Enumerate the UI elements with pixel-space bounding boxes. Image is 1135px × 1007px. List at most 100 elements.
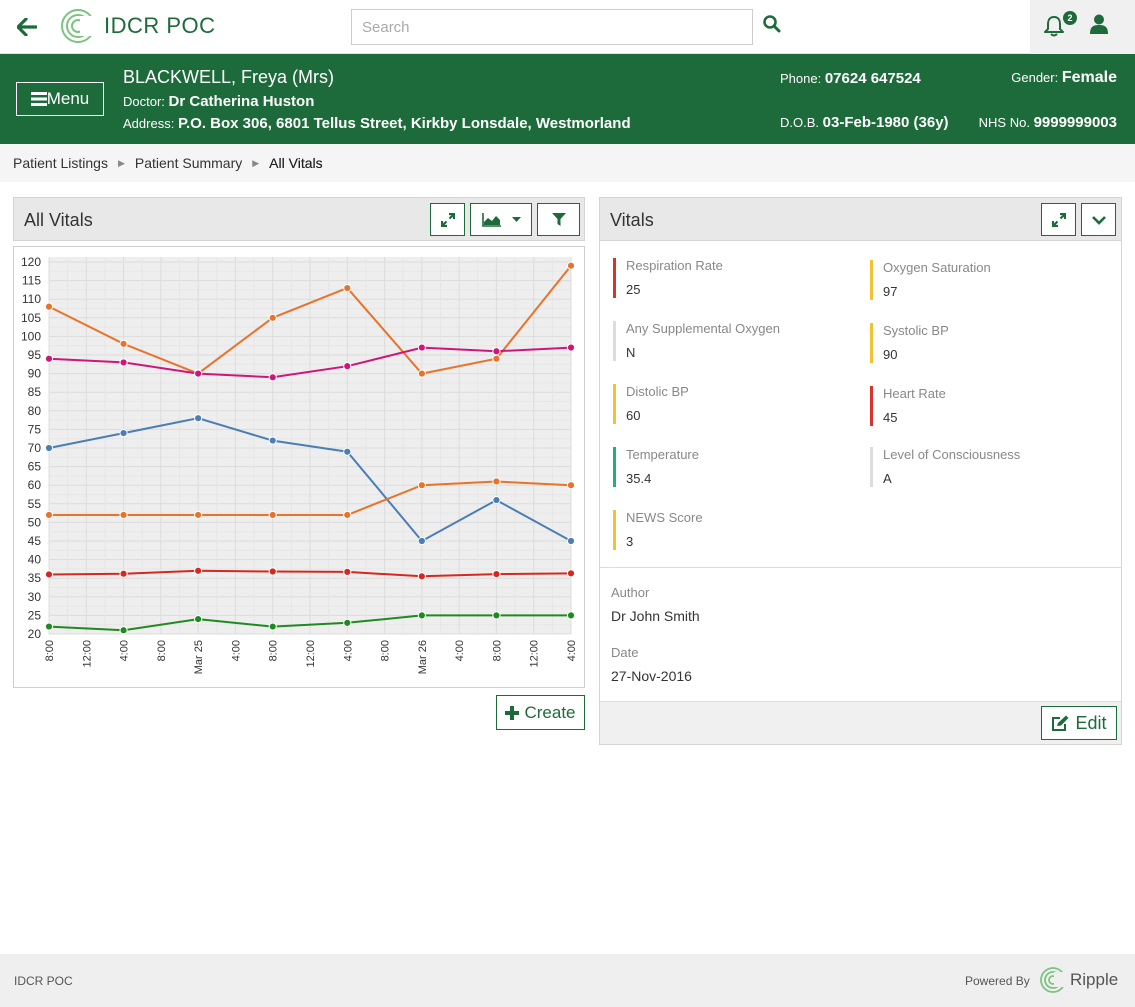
all-vitals-title: All Vitals: [24, 210, 93, 230]
vital-value: 90: [883, 347, 898, 362]
arrow-left-icon: [17, 18, 37, 36]
nhs-label: NHS No.: [978, 115, 1030, 130]
chart-type-dropdown[interactable]: [470, 203, 532, 236]
vital-temperature: Temperature 35.4: [613, 447, 699, 487]
x-tick-label: 4:00: [342, 640, 354, 661]
vital-oxygen-saturation: Oxygen Saturation 97: [870, 260, 991, 300]
x-tick-label: Mar 25: [193, 640, 205, 674]
filter-button[interactable]: [537, 203, 580, 236]
data-point: [343, 447, 352, 456]
data-point: [119, 510, 128, 520]
vitals-divider: [600, 567, 1121, 568]
y-tick-label: 80: [28, 404, 42, 418]
vital-label: Systolic BP: [883, 323, 949, 338]
ripple-logo[interactable]: Ripple: [1040, 967, 1118, 993]
footer-app-name: IDCR POC: [14, 974, 73, 988]
search-icon: [763, 15, 781, 33]
x-tick-label: 4:00: [119, 640, 131, 661]
data-point: [119, 429, 128, 438]
y-tick-label: 85: [28, 385, 42, 399]
breadcrumb-patient-summary[interactable]: Patient Summary: [135, 155, 242, 171]
data-point: [566, 481, 576, 490]
data-point: [268, 567, 277, 576]
vital-systolic-bp: Systolic BP 90: [870, 323, 949, 363]
vital-heart-rate: Heart Rate 45: [870, 386, 946, 426]
y-tick-label: 115: [22, 274, 41, 288]
ripple-logo-icon: [1040, 967, 1066, 993]
caret-down-icon: [511, 216, 521, 222]
vitals-title: Vitals: [610, 210, 654, 230]
breadcrumb-separator-icon: ▶: [117, 157, 125, 168]
patient-gender: Gender: Female: [1011, 69, 1117, 87]
vital-label: Temperature: [626, 447, 699, 462]
y-tick-label: 120: [21, 255, 41, 269]
x-tick-label: 4:00: [230, 640, 242, 661]
x-tick-label: Mar 26: [417, 640, 429, 674]
menu-button[interactable]: Menu: [16, 82, 104, 116]
chevron-down-icon: [1091, 215, 1106, 225]
vital-label: Respiration Rate: [626, 258, 723, 273]
data-point: [417, 343, 426, 352]
x-tick-label: 8:00: [380, 640, 392, 661]
user-icon: [1090, 14, 1108, 34]
data-point: [268, 373, 277, 382]
data-point: [492, 347, 501, 356]
date-label: Date: [611, 645, 639, 660]
vital-value: 25: [626, 282, 641, 297]
user-button[interactable]: [1090, 14, 1114, 40]
y-tick-label: 95: [28, 348, 42, 362]
data-point: [194, 414, 203, 423]
vitals-panel-footer: Edit: [600, 701, 1121, 744]
back-button[interactable]: [0, 0, 54, 54]
y-tick-label: 45: [28, 534, 42, 548]
vital-value: 60: [626, 408, 641, 423]
patient-dob: D.O.B. 03-Feb-1980 (36y): [780, 114, 949, 131]
y-tick-label: 65: [28, 460, 42, 474]
y-tick-label: 55: [28, 497, 42, 511]
expand-chart-button[interactable]: [430, 203, 465, 236]
expand-icon: [1051, 212, 1066, 227]
data-point: [417, 572, 426, 581]
data-point: [268, 313, 277, 322]
collapse-vitals-button[interactable]: [1081, 203, 1116, 236]
app-title: IDCR POC: [104, 13, 216, 38]
author-label: Author: [611, 585, 650, 600]
y-tick-label: 110: [22, 292, 41, 306]
data-point: [44, 622, 54, 631]
vital-value: A: [883, 471, 892, 486]
vital-value: 97: [883, 284, 898, 299]
vital-label: Any Supplemental Oxygen: [626, 321, 780, 336]
address-value: P.O. Box 306, 6801 Tellus Street, Kirkby…: [177, 115, 631, 132]
search-button[interactable]: [762, 14, 790, 42]
search-input[interactable]: [351, 9, 753, 45]
hamburger-icon: [30, 92, 47, 106]
app-logo[interactable]: IDCR POC: [60, 8, 216, 44]
phone-label: Phone:: [780, 71, 822, 86]
ripple-brand: Ripple: [1070, 970, 1119, 989]
expand-vitals-button[interactable]: [1041, 203, 1076, 236]
phone-value: 07624 647524: [824, 70, 921, 87]
area-chart-icon: [481, 212, 501, 227]
x-tick-label: 12:00: [529, 640, 541, 668]
edit-icon: [1052, 715, 1069, 731]
patient-banner: Menu BLACKWELL, Freya (Mrs) Doctor: Dr C…: [0, 54, 1135, 144]
vitals-panel-body: Respiration Rate 25 Oxygen Saturation 97…: [599, 241, 1122, 745]
data-point: [194, 369, 203, 378]
edit-button[interactable]: Edit: [1041, 706, 1117, 740]
data-point: [417, 536, 426, 546]
data-point: [566, 569, 576, 578]
bell-icon: [1044, 16, 1064, 37]
data-point: [566, 536, 576, 546]
top-bar: IDCR POC: [0, 0, 1135, 54]
menu-label: Menu: [46, 89, 90, 108]
data-point: [492, 570, 501, 579]
vital-news-score: NEWS Score 3: [613, 510, 703, 550]
page-footer: IDCR POC Powered By Ripple: [0, 954, 1135, 1007]
data-point: [194, 566, 203, 575]
breadcrumb-patient-listings[interactable]: Patient Listings: [13, 155, 108, 171]
create-button[interactable]: Create: [496, 695, 585, 730]
y-tick-label: 30: [28, 590, 42, 604]
data-point: [343, 362, 352, 371]
dob-value: 03-Feb-1980 (36y): [822, 114, 949, 131]
data-point: [44, 443, 54, 453]
